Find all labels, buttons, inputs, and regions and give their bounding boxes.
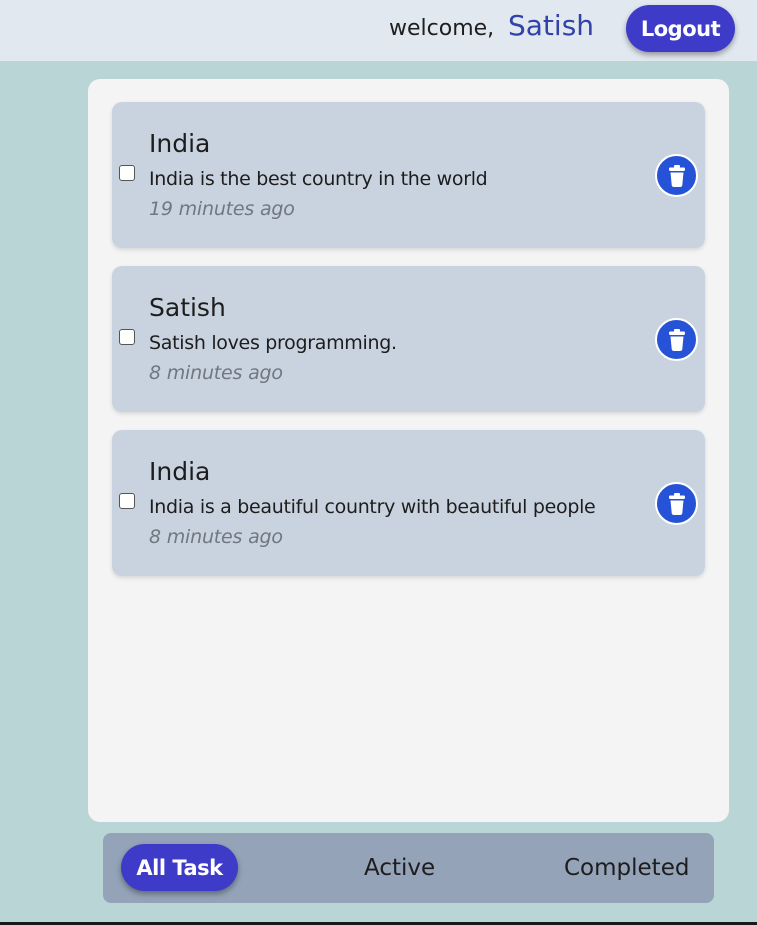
- task-checkbox[interactable]: [119, 329, 135, 345]
- filter-bar: All Task Active Completed: [103, 833, 714, 903]
- filter-all-tasks[interactable]: All Task: [121, 844, 238, 891]
- task-title: India: [149, 129, 211, 158]
- task-card: India India is a beautiful country with …: [112, 430, 705, 576]
- task-timestamp: 8 minutes ago: [149, 362, 283, 384]
- task-description: India is a beautiful country with beauti…: [149, 496, 596, 518]
- task-title: Satish: [149, 293, 226, 322]
- logout-button[interactable]: Logout: [626, 5, 735, 52]
- task-description: Satish loves programming.: [149, 332, 397, 354]
- trash-icon: [668, 492, 685, 515]
- task-description: India is the best country in the world: [149, 168, 488, 190]
- username: Satish: [508, 9, 595, 42]
- trash-icon: [668, 164, 685, 187]
- delete-task-button[interactable]: [655, 154, 698, 197]
- task-timestamp: 19 minutes ago: [149, 198, 295, 220]
- task-card: India India is the best country in the w…: [112, 102, 705, 248]
- filter-active[interactable]: Active: [364, 855, 435, 881]
- delete-task-button[interactable]: [655, 482, 698, 525]
- app-header: welcome, Satish Logout: [0, 0, 757, 61]
- task-card: Satish Satish loves programming. 8 minut…: [112, 266, 705, 412]
- trash-icon: [668, 328, 685, 351]
- welcome-text: welcome,: [389, 16, 495, 41]
- task-title: India: [149, 457, 211, 486]
- task-checkbox[interactable]: [119, 493, 135, 509]
- delete-task-button[interactable]: [655, 318, 698, 361]
- task-list-panel: India India is the best country in the w…: [88, 79, 729, 822]
- task-checkbox[interactable]: [119, 165, 135, 181]
- task-timestamp: 8 minutes ago: [149, 526, 283, 548]
- filter-completed[interactable]: Completed: [564, 855, 689, 881]
